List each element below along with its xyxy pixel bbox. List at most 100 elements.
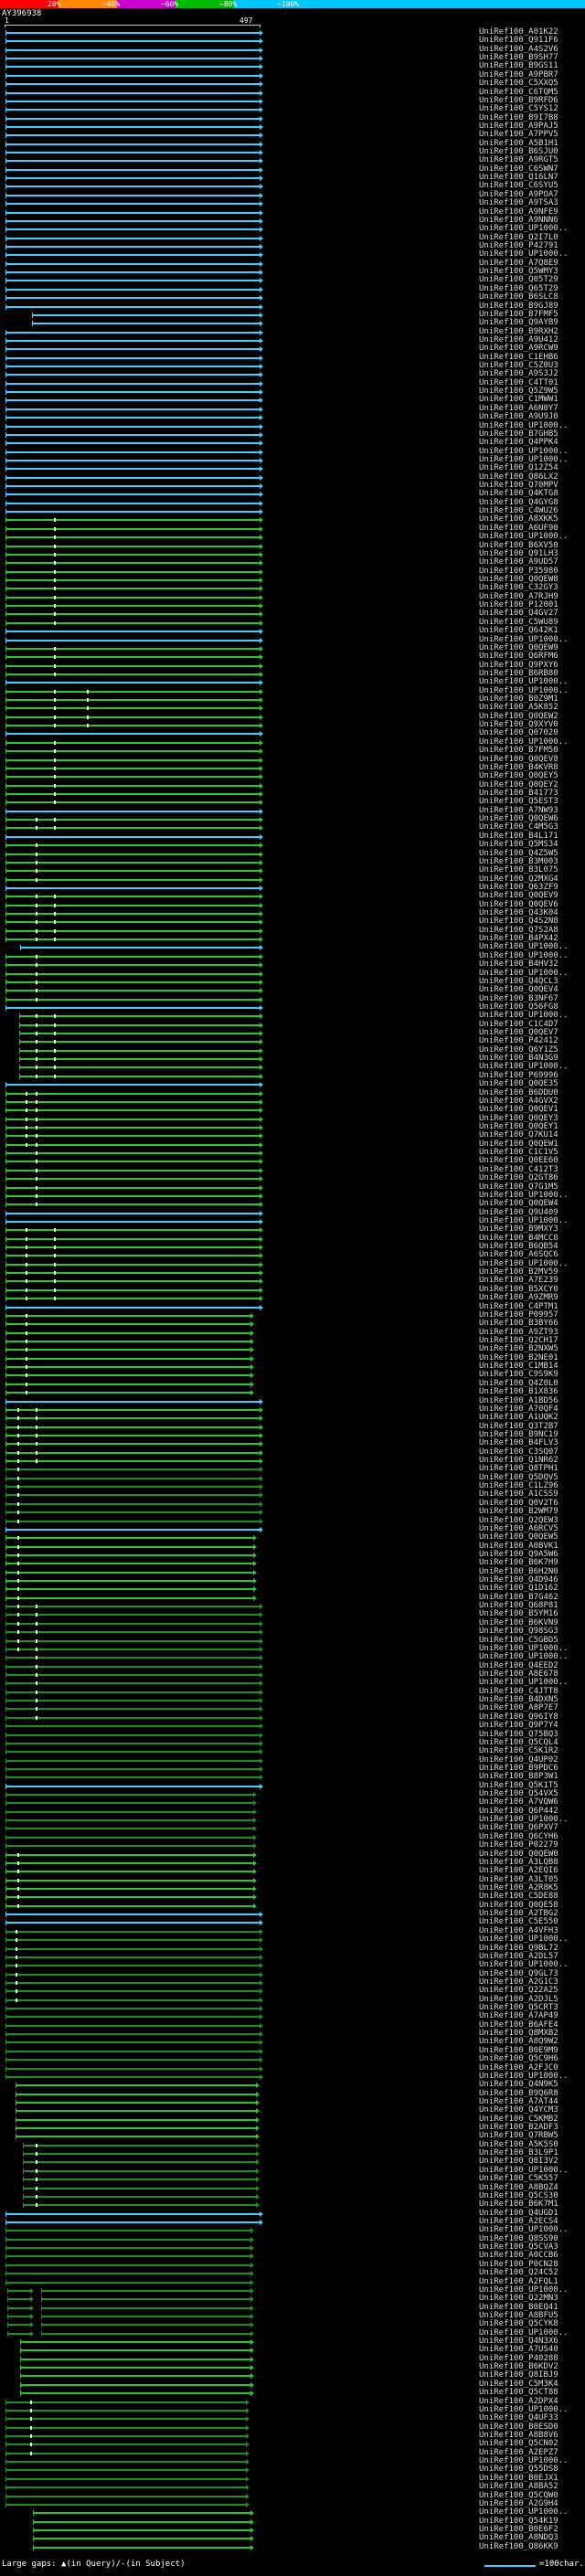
hit-bar[interactable] — [5, 929, 260, 932]
hit-bar[interactable] — [5, 613, 260, 616]
hit-bar[interactable] — [5, 536, 260, 539]
hit-bar[interactable] — [5, 972, 260, 975]
hit-bar[interactable] — [5, 468, 260, 471]
hit-bar[interactable] — [5, 1443, 260, 1446]
hit-bar[interactable] — [5, 1220, 260, 1223]
hit-bar[interactable] — [20, 2358, 251, 2360]
hit-bar[interactable] — [5, 177, 260, 180]
hit-bar[interactable] — [5, 1674, 260, 1676]
hit-bar[interactable] — [5, 186, 260, 188]
hit-bar[interactable] — [5, 2059, 260, 2062]
hit-bar[interactable] — [33, 2520, 251, 2523]
hit-bar[interactable] — [5, 1314, 251, 1317]
hit-bar[interactable] — [5, 1853, 254, 1856]
hit-bar[interactable] — [5, 2263, 251, 2266]
hit-bar[interactable] — [5, 134, 260, 137]
hit-bar[interactable] — [23, 2144, 257, 2147]
hit-bar[interactable] — [20, 947, 260, 949]
hit-bar[interactable] — [5, 1392, 251, 1394]
hit-bar[interactable] — [5, 451, 260, 453]
hit-bar[interactable] — [5, 1502, 260, 1505]
hit-bar[interactable] — [5, 1622, 260, 1625]
hit-bar[interactable] — [5, 1486, 260, 1489]
hit-bar[interactable] — [5, 211, 260, 214]
hit-bar[interactable] — [40, 2315, 251, 2317]
hit-bar[interactable] — [5, 1596, 254, 1599]
hit-bar[interactable] — [5, 725, 260, 727]
hit-bar[interactable] — [5, 1828, 254, 1830]
hit-bar[interactable] — [5, 1366, 251, 1369]
hit-bar[interactable] — [15, 2127, 257, 2130]
hit-bar[interactable] — [5, 1759, 260, 1762]
hit-bar[interactable] — [5, 2461, 246, 2464]
hit-bar[interactable] — [5, 1537, 254, 1540]
hit-bar[interactable] — [5, 1665, 260, 1668]
hit-bar[interactable] — [5, 109, 260, 111]
hit-bar[interactable] — [5, 1939, 260, 1942]
hit-bar[interactable] — [5, 519, 260, 522]
hit-bar[interactable] — [5, 1904, 254, 1907]
hit-bar[interactable] — [5, 1143, 260, 1146]
hit-bar[interactable] — [5, 1700, 260, 1702]
hit-bar[interactable] — [15, 2110, 257, 2113]
hit-bar[interactable] — [5, 1913, 260, 1916]
hit-bar[interactable] — [5, 1751, 260, 1754]
hit-bar[interactable] — [5, 83, 260, 86]
hit-bar[interactable] — [5, 938, 260, 941]
hit-bar[interactable] — [20, 2367, 251, 2369]
hit-bar[interactable] — [5, 1186, 260, 1189]
hit-bar[interactable] — [5, 1006, 260, 1009]
hit-bar[interactable] — [5, 1588, 254, 1591]
hit-bar[interactable] — [5, 750, 260, 753]
hit-bar[interactable] — [5, 297, 260, 300]
hit-bar[interactable] — [5, 48, 260, 51]
hit-bar[interactable] — [5, 2273, 251, 2275]
hit-bar[interactable] — [7, 2315, 31, 2317]
hit-bar[interactable] — [5, 2041, 260, 2044]
hit-bar[interactable] — [5, 1956, 260, 1958]
hit-bar[interactable] — [5, 194, 260, 196]
hit-bar[interactable] — [5, 835, 260, 838]
hit-bar[interactable] — [20, 2383, 251, 2386]
hit-bar[interactable] — [33, 2512, 251, 2515]
hit-bar[interactable] — [5, 1776, 260, 1779]
hit-bar[interactable] — [5, 904, 260, 906]
hit-bar[interactable] — [5, 1861, 254, 1864]
hit-bar[interactable] — [5, 1468, 260, 1471]
hit-bar[interactable] — [15, 2084, 257, 2087]
hit-bar[interactable] — [5, 1272, 260, 1275]
hit-bar[interactable] — [5, 579, 260, 581]
hit-bar[interactable] — [5, 1451, 260, 1454]
hit-bar[interactable] — [5, 1794, 254, 1797]
hit-bar[interactable] — [5, 801, 260, 804]
hit-bar[interactable] — [5, 374, 260, 376]
hit-bar[interactable] — [5, 1494, 260, 1497]
hit-bar[interactable] — [5, 408, 260, 410]
hit-bar[interactable] — [40, 2289, 251, 2292]
hit-bar[interactable] — [5, 1639, 260, 1642]
hit-bar[interactable] — [5, 1298, 260, 1300]
hit-bar[interactable] — [5, 792, 260, 795]
hit-bar[interactable] — [5, 2016, 260, 2019]
hit-bar[interactable] — [5, 1631, 260, 1634]
hit-bar[interactable] — [5, 819, 260, 822]
hit-bar[interactable] — [31, 323, 260, 325]
hit-bar[interactable] — [5, 339, 260, 342]
hit-bar[interactable] — [5, 1802, 254, 1805]
hit-bar[interactable] — [5, 562, 260, 565]
hit-bar[interactable] — [5, 647, 260, 650]
hit-bar[interactable] — [33, 2546, 251, 2549]
hit-bar[interactable] — [5, 228, 260, 231]
hit-bar[interactable] — [5, 66, 260, 69]
hit-bar[interactable] — [40, 2306, 251, 2309]
hit-bar[interactable] — [5, 502, 260, 504]
hit-bar[interactable] — [7, 2324, 31, 2327]
hit-bar[interactable] — [5, 621, 260, 624]
hit-bar[interactable] — [5, 485, 260, 488]
hit-bar[interactable] — [5, 1212, 260, 1214]
hit-bar[interactable] — [5, 1563, 254, 1565]
hit-bar[interactable] — [5, 1280, 260, 1283]
hit-bar[interactable] — [5, 152, 260, 154]
hit-bar[interactable] — [5, 1819, 254, 1822]
hit-bar[interactable] — [5, 2008, 260, 2010]
